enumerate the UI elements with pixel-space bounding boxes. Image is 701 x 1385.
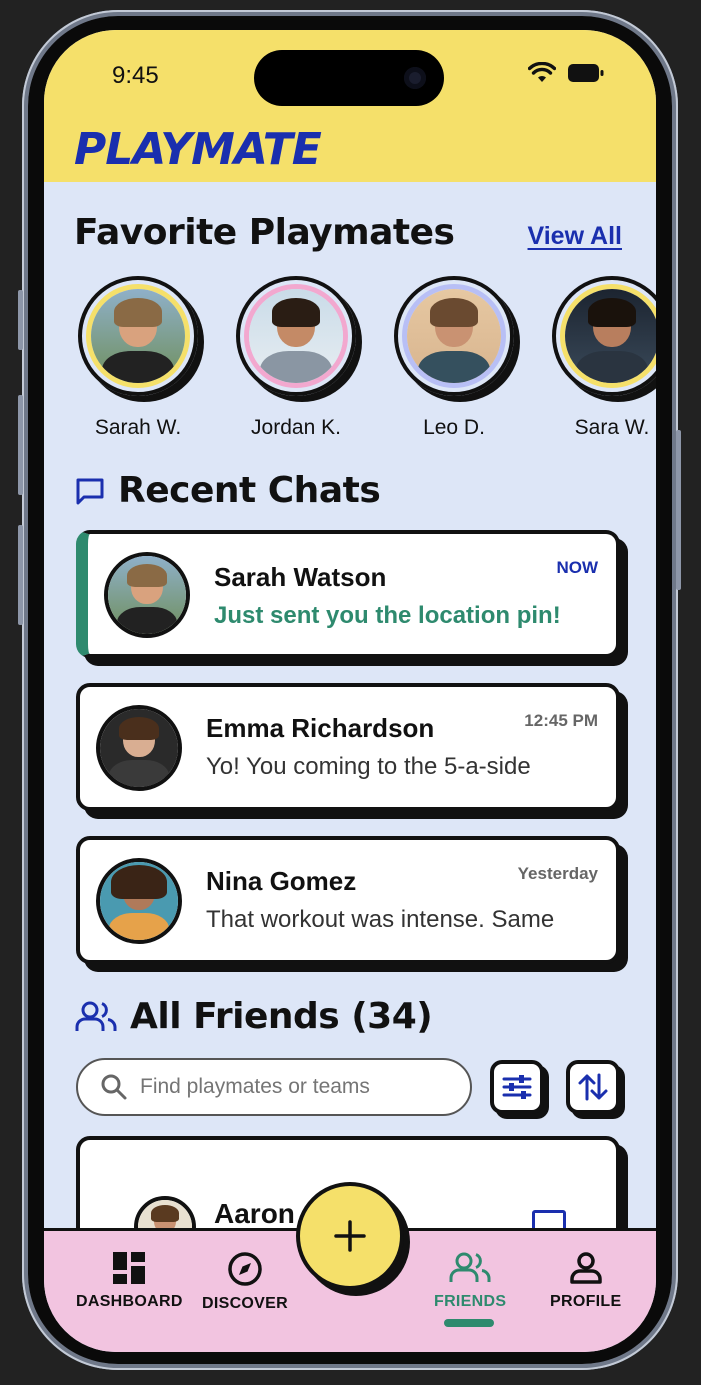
- status-time: 9:45: [112, 62, 159, 89]
- dashboard-icon: [113, 1252, 146, 1284]
- favorite-playmate[interactable]: Jordan K.: [232, 276, 360, 440]
- favorite-playmate[interactable]: Sara W.: [548, 276, 656, 440]
- avatar: [78, 276, 198, 396]
- sort-button[interactable]: [566, 1060, 620, 1114]
- avatar: [236, 276, 356, 396]
- favorite-name: Leo D.: [423, 416, 485, 439]
- recent-chats-title: Recent Chats: [118, 470, 381, 511]
- view-all-link[interactable]: View All: [528, 222, 622, 251]
- chat-message: That workout was intense. Same: [206, 906, 555, 933]
- app-logo: PLAYMATE: [74, 124, 322, 175]
- chat-name: Sarah Watson: [214, 562, 387, 592]
- nav-profile[interactable]: PROFILE: [550, 1251, 621, 1311]
- battery-icon: [568, 64, 604, 82]
- avatar: [394, 276, 514, 396]
- volume-down-button: [18, 525, 23, 625]
- avatar: [96, 705, 182, 791]
- chat-name: Emma Richardson: [206, 713, 435, 743]
- favorites-list: Sarah W. Jordan K. Leo D. Sara W.: [74, 276, 656, 440]
- friends-icon: [449, 1252, 491, 1282]
- favorite-name: Sara W.: [574, 416, 650, 439]
- plus-icon: [334, 1220, 366, 1252]
- all-friends-header: All Friends (34): [74, 996, 433, 1037]
- nav-label: DISCOVER: [202, 1295, 288, 1312]
- status-icons: [528, 62, 604, 84]
- nav-label: FRIENDS: [434, 1293, 507, 1310]
- chat-message: Just sent you the location pin!: [214, 602, 561, 629]
- avatar: [104, 552, 190, 638]
- filter-button[interactable]: [490, 1060, 544, 1114]
- friend-search[interactable]: [76, 1058, 472, 1116]
- active-tab-indicator: [444, 1319, 494, 1327]
- avatar: [552, 276, 656, 396]
- nav-label: PROFILE: [550, 1293, 622, 1310]
- favorite-name: Jordan K.: [251, 416, 341, 439]
- chat-time: 12:45 PM: [524, 711, 598, 730]
- chat-card[interactable]: Emma Richardson Yo! You coming to the 5-…: [76, 683, 620, 811]
- nav-discover[interactable]: DISCOVER: [202, 1251, 288, 1313]
- chat-icon: [76, 478, 104, 504]
- favorite-playmate[interactable]: Sarah W.: [74, 276, 202, 440]
- wifi-icon: [528, 62, 556, 82]
- search-icon: [101, 1074, 127, 1100]
- search-input[interactable]: [140, 1075, 440, 1099]
- profile-icon: [569, 1252, 602, 1284]
- chat-card[interactable]: Nina Gomez That workout was intense. Sam…: [76, 836, 620, 964]
- chat-message: Yo! You coming to the 5-a-side: [206, 753, 531, 780]
- chat-card[interactable]: Sarah Watson Just sent you the location …: [76, 530, 620, 658]
- nav-dashboard[interactable]: DASHBOARD: [76, 1251, 183, 1311]
- sliders-icon: [502, 1075, 532, 1099]
- avatar: [96, 858, 182, 944]
- all-friends-title: All Friends (34): [130, 996, 433, 1037]
- nav-label: DASHBOARD: [76, 1293, 183, 1310]
- chat-name: Nina Gomez: [206, 866, 357, 896]
- power-button: [676, 430, 681, 590]
- volume-up-button: [18, 395, 23, 495]
- sort-icon: [578, 1073, 608, 1101]
- compass-icon: [228, 1252, 262, 1286]
- chat-time: NOW: [556, 558, 598, 577]
- nav-friends[interactable]: FRIENDS: [434, 1251, 506, 1311]
- camera-icon: [404, 67, 426, 89]
- app-screen: 9:45 PLAYMATE Favorite Playmates View Al…: [44, 30, 656, 1352]
- favorites-title: Favorite Playmates: [74, 212, 455, 253]
- app-header: 9:45 PLAYMATE: [44, 30, 656, 182]
- friends-icon: [75, 1001, 117, 1031]
- chat-time: Yesterday: [517, 864, 598, 883]
- favorite-playmate[interactable]: Leo D.: [390, 276, 518, 440]
- dynamic-island: [254, 50, 444, 106]
- create-button[interactable]: [296, 1182, 404, 1290]
- friend-name: Aaron: [214, 1198, 295, 1229]
- favorite-name: Sarah W.: [94, 416, 182, 439]
- action-button: [18, 290, 23, 350]
- recent-chats-header: Recent Chats: [74, 470, 381, 511]
